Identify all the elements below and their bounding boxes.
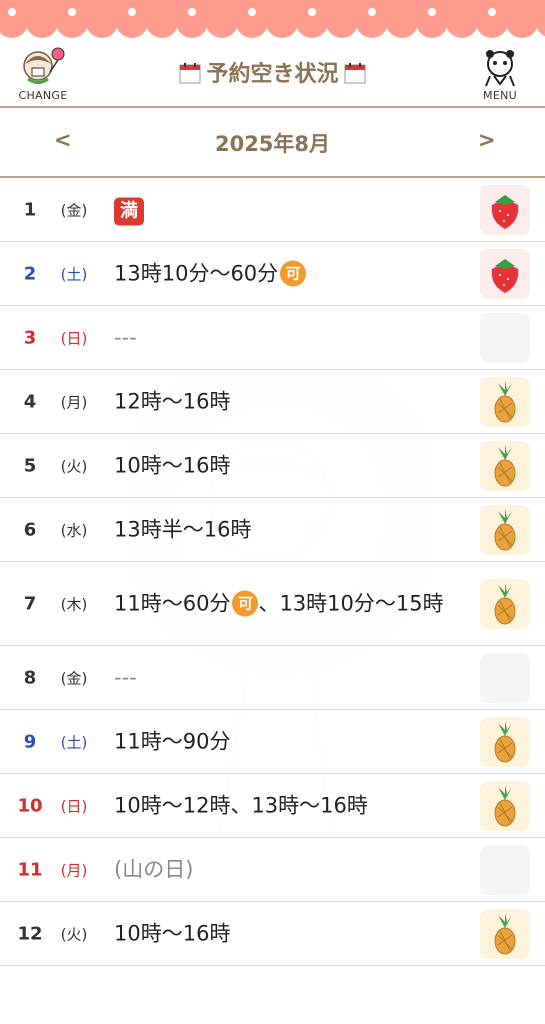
day-number: 9 (23, 731, 37, 752)
availability-text: 13時10分〜60分可 (114, 258, 469, 289)
weekday: (月) (60, 393, 88, 411)
list-item[interactable]: 8 (金) --- (0, 646, 545, 710)
app-header: CHANGE 予約空き状況 MENU (0, 38, 545, 108)
availability-text: 12時〜16時 (114, 389, 231, 413)
day-number: 10 (17, 795, 43, 816)
day-number: 4 (23, 391, 37, 412)
list-item[interactable]: 12 (火) 10時〜16時 (0, 902, 545, 966)
availability-text: 10時〜16時 (114, 453, 231, 477)
day-number: 7 (23, 593, 37, 614)
list-item[interactable]: 11 (月) (山の日) (0, 838, 545, 902)
availability-text: 満 (114, 194, 469, 225)
page-title: 予約空き状況 (0, 56, 545, 88)
day-number: 1 (23, 199, 37, 220)
month-title: 2025年8月 (214, 132, 331, 156)
availability-list: 1 (金) 満 2 (土) 13時10分〜60分可 3 (日) --- 4 (月… (0, 178, 545, 966)
availability-text: 13時半〜16時 (114, 517, 252, 541)
availability-text: 11時〜60分可、13時10分〜15時 (114, 588, 469, 619)
pineapple-icon (480, 908, 530, 959)
availability-text: (山の日) (114, 857, 194, 881)
time-range: 13時10分〜60分 (114, 261, 279, 285)
pineapple-icon (480, 504, 530, 555)
change-label: CHANGE (18, 89, 68, 102)
menu-button[interactable]: MENU (465, 46, 535, 104)
scalloped-banner (0, 0, 545, 38)
day-number: 11 (17, 859, 43, 880)
day-number: 8 (23, 667, 37, 688)
availability-text: 10時〜16時 (114, 921, 231, 945)
list-item[interactable]: 2 (土) 13時10分〜60分可 (0, 242, 545, 306)
availability-text: 10時〜12時、13時〜16時 (114, 793, 368, 817)
list-item[interactable]: 5 (火) 10時〜16時 (0, 434, 545, 498)
time-range: 11時〜60分 (114, 591, 231, 615)
title-text: 予約空き状況 (206, 62, 339, 87)
availability-text: --- (114, 665, 137, 689)
day-number: 6 (23, 519, 37, 540)
calendar-icon (179, 63, 201, 84)
day-number: 3 (23, 327, 37, 348)
list-item[interactable]: 7 (木) 11時〜60分可、13時10分〜15時 (0, 562, 545, 646)
list-item[interactable]: 4 (月) 12時〜16時 (0, 370, 545, 434)
list-item[interactable]: 1 (金) 満 (0, 178, 545, 242)
pineapple-icon (480, 376, 530, 427)
day-number: 12 (17, 923, 43, 944)
pineapple-icon (480, 716, 530, 767)
weekday: (金) (60, 669, 88, 687)
strawberry-icon (480, 248, 530, 299)
next-month-button[interactable]: > (478, 128, 496, 152)
weekday: (金) (60, 201, 88, 219)
weekday: (土) (60, 733, 88, 751)
list-item[interactable]: 9 (土) 11時〜90分 (0, 710, 545, 774)
menu-label: MENU (483, 89, 517, 102)
calendar-icon (344, 63, 365, 84)
month-navigation: < 2025年8月 > (0, 108, 545, 178)
empty-icon (480, 844, 530, 895)
weekday: (月) (60, 861, 88, 879)
empty-icon (480, 312, 530, 363)
time-range: 、13時10分〜15時 (258, 591, 444, 615)
strawberry-icon (480, 184, 530, 235)
weekday: (水) (60, 521, 88, 539)
weekday: (土) (60, 265, 88, 283)
available-badge: 可 (280, 260, 307, 286)
availability-text: 11時〜90分 (114, 729, 231, 753)
panda-menu-icon (485, 50, 515, 87)
pineapple-icon (480, 578, 530, 629)
weekday: (火) (60, 457, 88, 475)
available-badge: 可 (232, 590, 259, 616)
empty-icon (480, 652, 530, 703)
pineapple-icon (480, 440, 530, 491)
weekday: (日) (60, 329, 88, 347)
list-item[interactable]: 6 (水) 13時半〜16時 (0, 498, 545, 562)
full-badge: 満 (114, 197, 144, 225)
weekday: (日) (60, 797, 88, 815)
weekday: (木) (60, 595, 88, 613)
weekday: (火) (60, 925, 88, 943)
day-number: 2 (23, 263, 37, 284)
availability-text: --- (114, 325, 137, 349)
list-item[interactable]: 10 (日) 10時〜12時、13時〜16時 (0, 774, 545, 838)
list-item[interactable]: 3 (日) --- (0, 306, 545, 370)
pineapple-icon (480, 780, 530, 831)
day-number: 5 (23, 455, 37, 476)
